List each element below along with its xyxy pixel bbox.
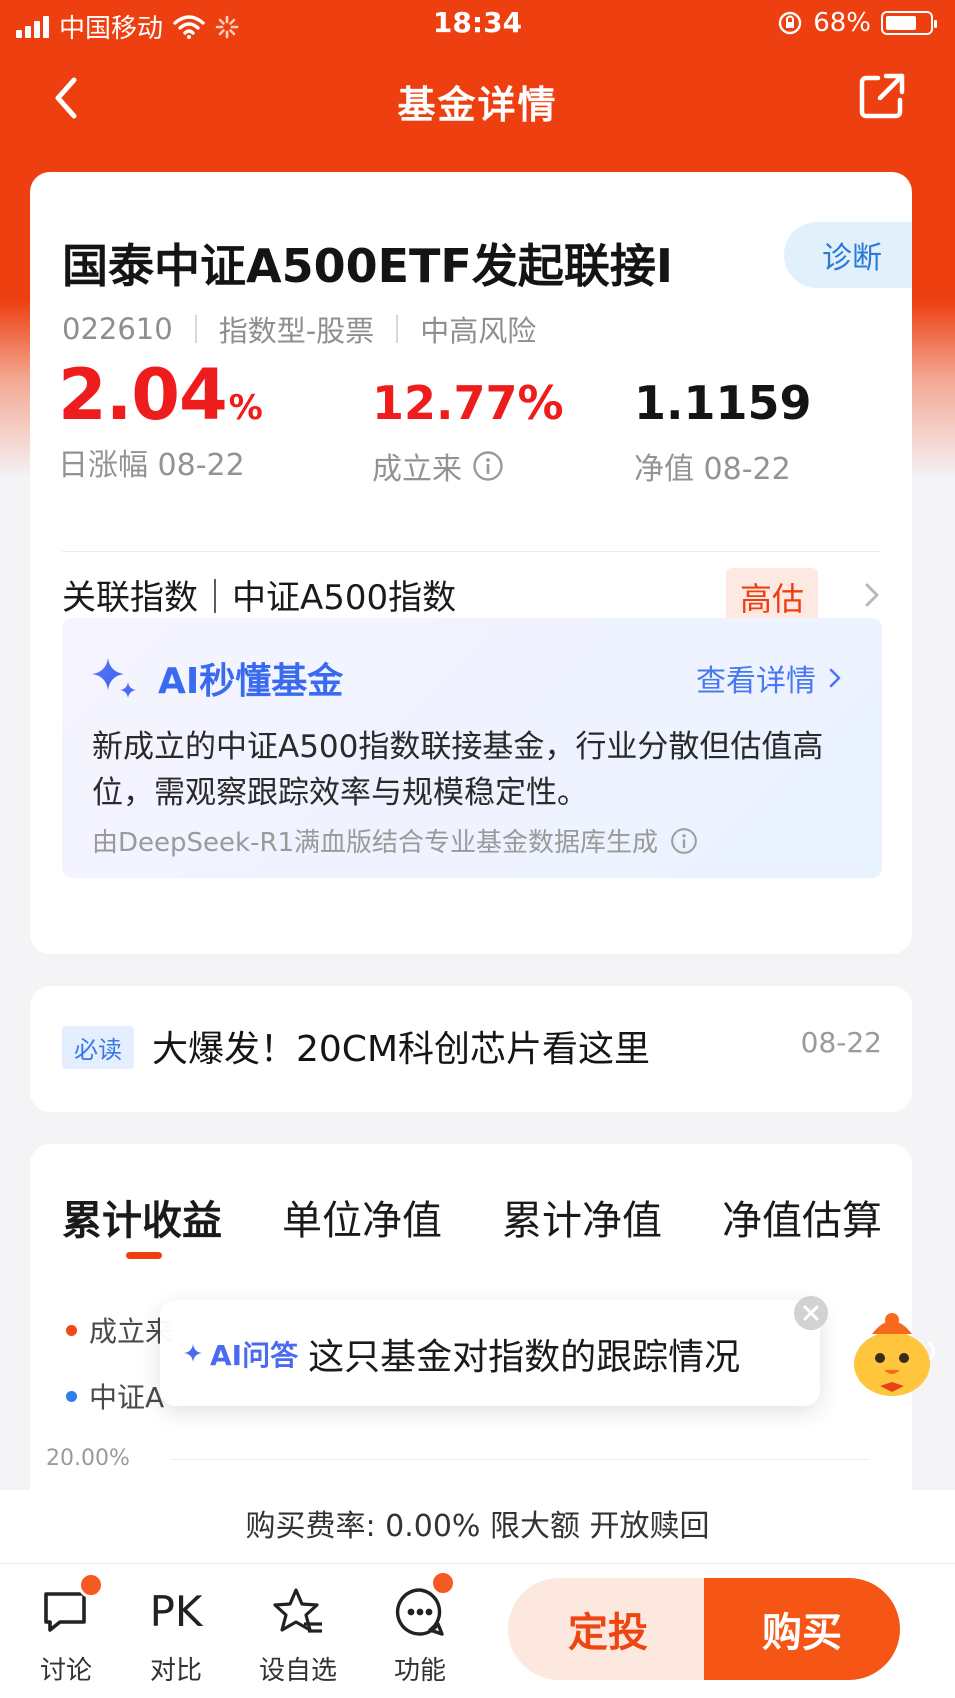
chat-bubble-icon <box>38 1572 104 1640</box>
purchase-fee-bar: 购买费率: 0.00% 限大额 开放赎回 <box>0 1490 955 1564</box>
related-index-label: 关联指数｜中证A500指数 <box>62 577 457 618</box>
diagnose-button[interactable]: 诊断 <box>784 222 912 288</box>
view-details-label: 查看详情 <box>696 664 816 699</box>
ai-question-popup[interactable]: AI问答 这只基金对指数的跟踪情况 <box>160 1300 820 1406</box>
toolbar-compare[interactable]: PK 对比 <box>126 1584 226 1687</box>
sparkle-icon <box>92 658 136 698</box>
chevron-right-icon <box>865 583 879 607</box>
chart-gridline <box>170 1459 870 1460</box>
toolbar-label: 讨论 <box>39 1656 92 1686</box>
legend-label: 中证A <box>89 1381 165 1414</box>
nav-stat: 1.1159 净值 08-22 <box>634 376 812 488</box>
news-date: 08-22 <box>800 1026 882 1059</box>
fixed-investment-button[interactable]: 定投 <box>508 1578 708 1680</box>
y-axis-tick: 20.00% <box>46 1446 130 1471</box>
chevron-right-icon <box>829 668 841 688</box>
legend-dot <box>66 1390 77 1402</box>
ai-popup-question: 这只基金对指数的跟踪情况 <box>308 1337 741 1378</box>
fund-detail-page: 中国移动 18:34 68% 基金详情 国泰中证A500ETF发起联接I 诊断 … <box>0 0 955 1698</box>
news-card[interactable]: 必读 大爆发！20CM科创芯片看这里 08-22 <box>30 986 912 1112</box>
rotation-lock-icon <box>779 11 802 35</box>
status-right: 68% <box>777 8 937 38</box>
toolbar-label: 功能 <box>393 1656 446 1686</box>
close-icon[interactable] <box>794 1296 828 1330</box>
since-inception-value: 12.77% <box>372 376 564 430</box>
legend-series-2: 中证A <box>66 1376 164 1416</box>
nav-value: 1.1159 <box>634 376 812 430</box>
more-dots-icon <box>392 1570 456 1640</box>
pk-icon: PK <box>148 1584 204 1640</box>
ai-summary-title: AI秒懂基金 <box>158 661 344 702</box>
fund-risk: 中高风险 <box>420 314 537 348</box>
meta-divider <box>396 315 399 343</box>
info-icon[interactable] <box>472 450 504 482</box>
ai-source-text: 由DeepSeek-R1满血版结合专业基金数据库生成 <box>92 828 659 858</box>
toolbar-functions[interactable]: 功能 <box>370 1570 470 1687</box>
battery-percent: 68% <box>813 8 871 38</box>
related-index-row[interactable]: 关联指数｜中证A500指数 高估 <box>62 564 888 626</box>
ai-summary-box: AI秒懂基金 查看详情 新成立的中证A500指数联接基金，行业分散但估值高位，需… <box>62 618 882 878</box>
sparkle-icon <box>184 1344 202 1362</box>
active-tab-indicator <box>126 1252 162 1259</box>
status-bar: 中国移动 18:34 68% <box>0 0 955 48</box>
battery-icon <box>881 11 937 35</box>
fund-type: 指数型-股票 <box>218 314 375 348</box>
daily-change-stat: 2.04% 日涨幅 08-22 <box>58 354 263 484</box>
chart-tabs: 累计收益 单位净值 累计净值 净值估算 <box>62 1188 882 1248</box>
ai-summary-text: 新成立的中证A500指数联接基金，行业分散但估值高位，需观察跟踪效率与规模稳定性… <box>92 729 824 811</box>
toolbar-watchlist[interactable]: 设自选 <box>248 1584 348 1687</box>
toolbar-label: 对比 <box>149 1656 202 1686</box>
daily-change-label: 日涨幅 08-22 <box>58 448 245 483</box>
ai-qa-tag: AI问答 <box>184 1334 298 1374</box>
page-title: 基金详情 <box>397 83 558 127</box>
tab-accumulated-nav[interactable]: 累计净值 <box>502 1188 662 1248</box>
daily-change-value: 2.04% <box>58 354 263 436</box>
legend-dot <box>66 1324 77 1336</box>
toolbar-discuss[interactable]: 讨论 <box>16 1572 116 1687</box>
fund-summary-card: 国泰中证A500ETF发起联接I 诊断 022610 指数型-股票 中高风险 2… <box>30 172 912 954</box>
notification-dot <box>78 1572 104 1598</box>
nav-label: 净值 08-22 <box>634 452 791 487</box>
star-list-icon <box>270 1584 326 1640</box>
toolbar-label: 设自选 <box>258 1656 337 1686</box>
mascot-chick-icon[interactable] <box>842 1302 942 1402</box>
fund-meta: 022610 指数型-股票 中高风险 <box>62 308 536 350</box>
since-inception-label: 成立来 <box>372 452 462 487</box>
news-title: 大爆发！20CM科创芯片看这里 <box>152 1029 651 1070</box>
info-icon[interactable] <box>670 827 698 855</box>
tab-unit-nav[interactable]: 单位净值 <box>282 1188 442 1248</box>
tab-nav-estimate[interactable]: 净值估算 <box>722 1188 882 1248</box>
must-read-badge: 必读 <box>62 1026 134 1069</box>
share-icon[interactable] <box>856 70 908 122</box>
tab-cumulative-return[interactable]: 累计收益 <box>62 1188 222 1248</box>
fund-name: 国泰中证A500ETF发起联接I <box>62 239 673 293</box>
since-inception-label-row: 成立来 <box>372 444 564 488</box>
meta-divider <box>194 315 197 343</box>
ai-popup-content: AI问答 这只基金对指数的跟踪情况 <box>184 1328 740 1380</box>
ai-qa-label: AI问答 <box>210 1339 299 1372</box>
view-details-link[interactable]: 查看详情 <box>696 656 842 700</box>
pk-text: PK <box>149 1587 203 1636</box>
card-divider <box>62 551 880 552</box>
notification-dot <box>430 1570 456 1596</box>
fund-code: 022610 <box>62 312 173 346</box>
buy-button[interactable]: 购买 <box>704 1578 900 1680</box>
since-inception-stat: 12.77% 成立来 <box>372 376 564 488</box>
ai-source-note: 由DeepSeek-R1满血版结合专业基金数据库生成 <box>92 822 698 859</box>
legend-series-1: 成立来 <box>66 1310 173 1350</box>
